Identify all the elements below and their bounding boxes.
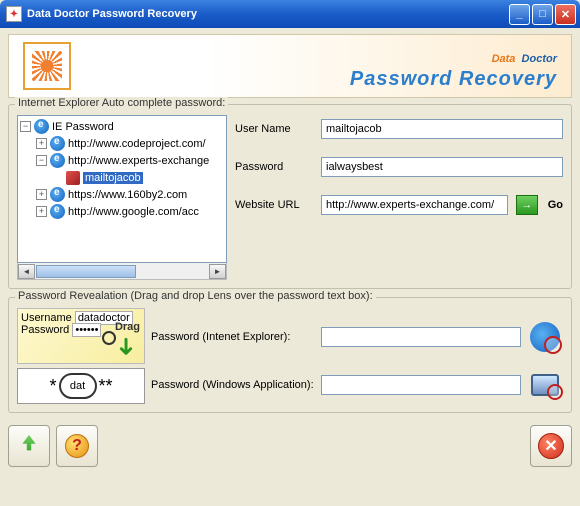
ie-icon: [50, 187, 65, 202]
password-tree[interactable]: −IE Password +http://www.codeproject.com…: [17, 115, 227, 263]
minimize-button[interactable]: _: [509, 4, 530, 25]
autocomplete-group: Internet Explorer Auto complete password…: [8, 104, 572, 289]
ie-password-label: Password (Intenet Explorer):: [151, 331, 315, 343]
zoom-lens-icon[interactable]: dat: [59, 373, 97, 399]
banner-word2: Doctor: [522, 53, 557, 65]
ie-icon: [50, 136, 65, 151]
file-icon: [66, 171, 80, 185]
exit-button[interactable]: ✕: [530, 425, 572, 467]
app-icon: ✦: [6, 6, 22, 22]
username-field[interactable]: mailtojacob: [321, 119, 563, 139]
save-button[interactable]: [8, 425, 50, 467]
tree-item[interactable]: https://www.160by2.com: [68, 189, 187, 201]
revealation-group-label: Password Revealation (Drag and drop Lens…: [15, 290, 376, 302]
ie-icon: [34, 119, 49, 134]
scroll-left-button[interactable]: ◄: [18, 264, 35, 279]
window-title: Data Doctor Password Recovery: [27, 8, 507, 20]
ie-password-field[interactable]: [321, 327, 521, 347]
win-password-field[interactable]: [321, 375, 521, 395]
url-field[interactable]: http://www.experts-exchange.com/: [321, 195, 508, 215]
password-field[interactable]: ialwaysbest: [321, 157, 563, 177]
instruction-thumbnail: Username datadoctor Password •••••• Drag…: [17, 308, 145, 404]
help-icon: ?: [65, 434, 89, 458]
close-icon: ✕: [538, 433, 564, 459]
ie-icon: [50, 204, 65, 219]
tree-root[interactable]: IE Password: [52, 121, 114, 133]
ie-magnify-icon[interactable]: [527, 320, 563, 354]
banner: Data Doctor Password Recovery: [8, 34, 572, 98]
password-label: Password: [235, 161, 313, 173]
go-arrow-icon[interactable]: →: [516, 195, 538, 215]
scroll-thumb[interactable]: [36, 265, 136, 278]
url-label: Website URL: [235, 199, 313, 211]
help-button[interactable]: ?: [56, 425, 98, 467]
go-button[interactable]: Go: [548, 199, 563, 211]
logo-icon: [23, 42, 71, 90]
maximize-button[interactable]: □: [532, 4, 553, 25]
tree-scrollbar[interactable]: ◄ ►: [17, 263, 227, 280]
close-button[interactable]: ✕: [555, 4, 576, 25]
win-password-label: Password (Windows Application):: [151, 379, 315, 391]
tree-item[interactable]: http://www.experts-exchange: [68, 155, 209, 167]
username-label: User Name: [235, 123, 313, 135]
tree-item[interactable]: http://www.codeproject.com/: [68, 138, 206, 150]
app-magnify-icon[interactable]: [527, 368, 563, 402]
ie-icon: [50, 153, 65, 168]
save-icon: [18, 435, 40, 457]
tree-item[interactable]: http://www.google.com/acc: [68, 206, 199, 218]
scroll-right-button[interactable]: ►: [209, 264, 226, 279]
revealation-group: Password Revealation (Drag and drop Lens…: [8, 297, 572, 413]
titlebar: ✦ Data Doctor Password Recovery _ □ ✕: [0, 0, 580, 28]
banner-word1: Data: [492, 53, 516, 65]
autocomplete-group-label: Internet Explorer Auto complete password…: [15, 97, 228, 109]
banner-subtitle: Password Recovery: [83, 68, 557, 91]
tree-item-selected[interactable]: mailtojacob: [83, 172, 143, 184]
